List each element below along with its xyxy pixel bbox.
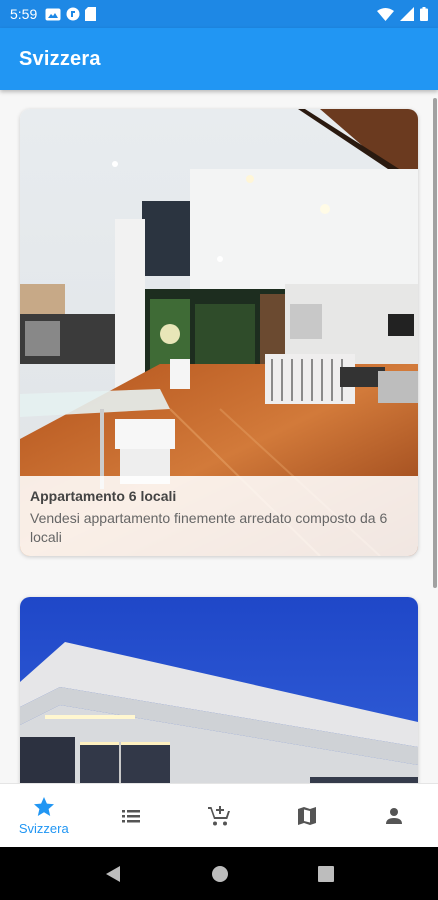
listing-title: Appartamento 6 locali — [30, 488, 177, 504]
nav-item-list[interactable] — [88, 784, 176, 847]
system-navigation-bar — [0, 847, 438, 900]
home-icon[interactable] — [211, 865, 229, 883]
listing-image — [20, 597, 418, 783]
app-bar: Svizzera — [0, 28, 438, 90]
nav-item-svizzera[interactable]: Svizzera — [0, 784, 88, 847]
gallery-icon — [45, 8, 61, 20]
page-title: Svizzera — [19, 47, 101, 70]
wifi-icon — [377, 7, 394, 21]
map-icon — [297, 806, 316, 825]
scrollbar[interactable] — [433, 98, 437, 588]
nav-label-svizzera: Svizzera — [18, 821, 69, 836]
listing-card[interactable] — [20, 597, 418, 783]
nav-item-add-cart[interactable] — [175, 784, 263, 847]
nav-item-map[interactable] — [263, 784, 351, 847]
back-icon[interactable] — [104, 865, 122, 883]
listing-caption: Appartamento 6 locali Vendesi appartamen… — [20, 476, 418, 556]
listing-card[interactable]: Appartamento 6 locali Vendesi appartamen… — [20, 109, 418, 556]
status-bar: 5:59 — [0, 0, 438, 28]
signal-icon — [400, 7, 414, 21]
nav-item-profile[interactable] — [350, 784, 438, 847]
battery-icon — [420, 7, 428, 21]
bottom-navigation: Svizzera — [0, 783, 438, 847]
listing-feed[interactable]: Appartamento 6 locali Vendesi appartamen… — [0, 90, 438, 783]
recents-icon[interactable] — [317, 865, 334, 882]
status-time: 5:59 — [10, 6, 38, 22]
app-icon — [66, 7, 80, 21]
add-cart-icon — [207, 805, 230, 825]
star-icon — [33, 797, 54, 816]
person-icon — [386, 807, 403, 824]
listing-description: Vendesi appartamento finemente arredato … — [30, 510, 388, 545]
list-icon — [122, 809, 141, 822]
sd-card-icon — [85, 7, 97, 21]
